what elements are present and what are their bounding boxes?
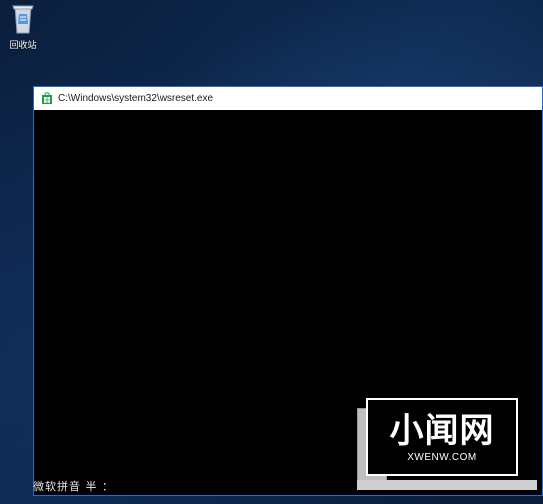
window-title: C:\Windows\system32\wsreset.exe: [58, 93, 214, 104]
ime-status-bar[interactable]: 微软拼音 半 ：: [33, 478, 114, 494]
watermark-logo: 小闻网 XWENW.COM: [366, 398, 518, 476]
window-titlebar[interactable]: C:\Windows\system32\wsreset.exe: [34, 87, 542, 111]
desktop-edge-mark: [0, 50, 3, 56]
recycle-bin-label: 回收站: [9, 41, 37, 51]
watermark-shadow-strip: [357, 480, 537, 490]
recycle-bin-shortcut[interactable]: 回收站: [0, 0, 46, 56]
watermark-subtitle: XWENW.COM: [407, 451, 477, 463]
recycle-bin-icon: [12, 5, 34, 34]
store-icon: [42, 92, 52, 104]
watermark-title: 小闻网: [389, 410, 495, 451]
